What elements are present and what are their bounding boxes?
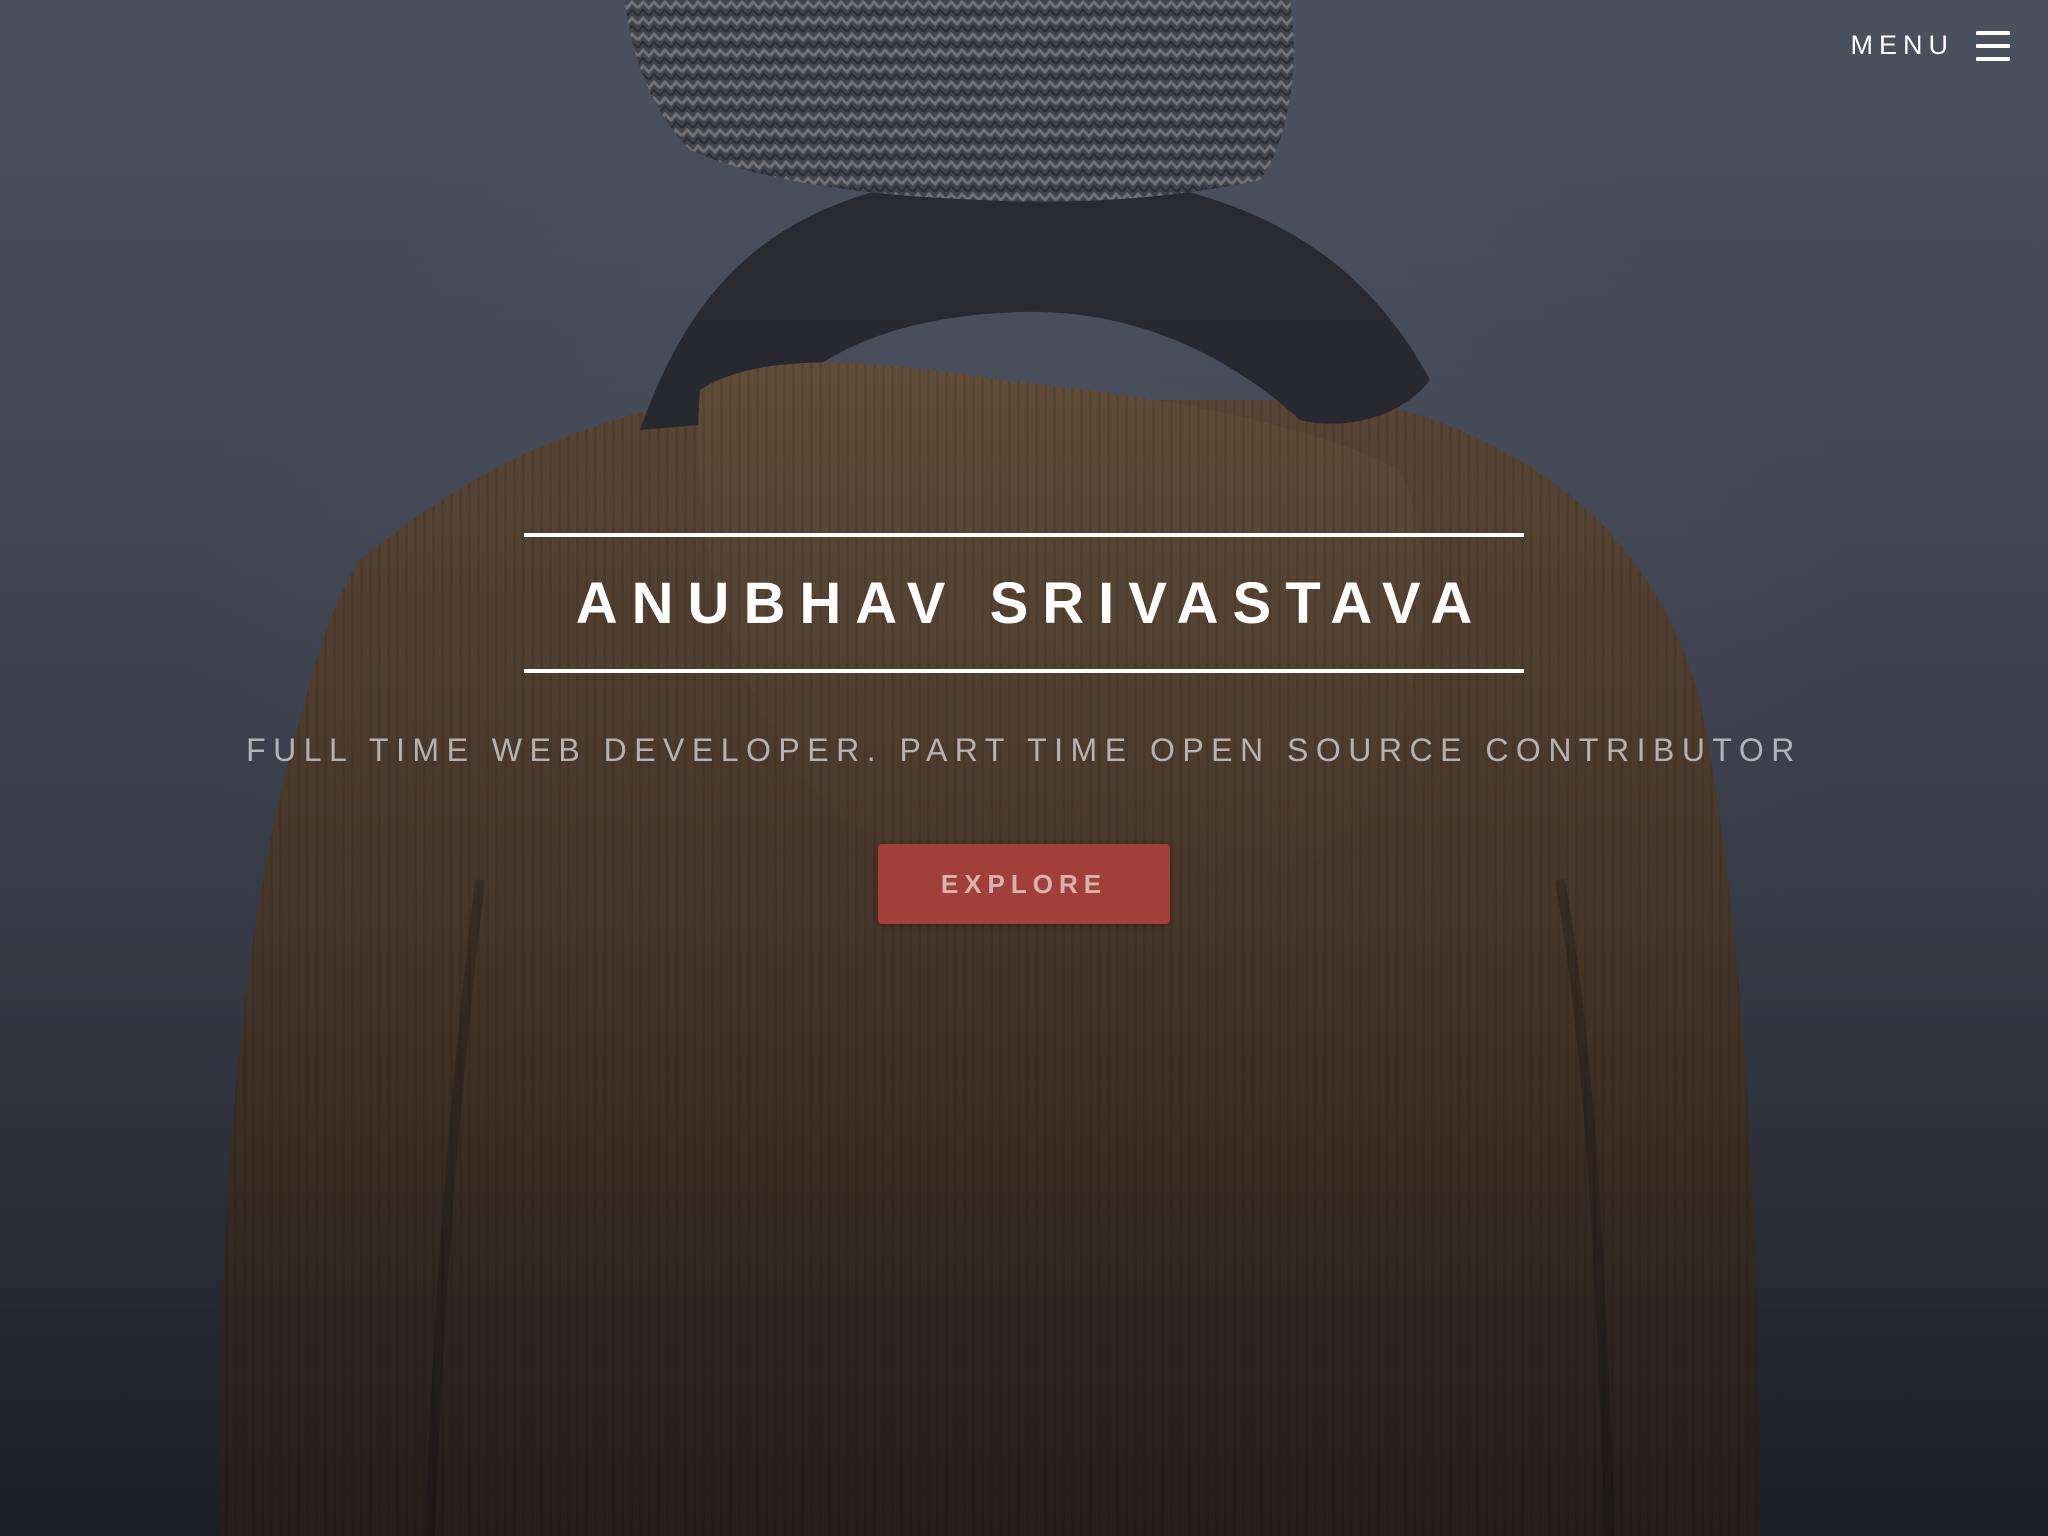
hero-section: MENU ANUBHAV SRIVASTAVA FULL TIME WEB DE… [0,0,2048,1536]
menu-button[interactable]: MENU [1850,30,2010,61]
menu-label: MENU [1850,30,1954,60]
title-bottom-rule [524,669,1524,673]
hero-title-block: ANUBHAV SRIVASTAVA [524,533,1524,673]
hero-subtitle: FULL TIME WEB DEVELOPER. PART TIME OPEN … [246,732,1802,768]
explore-button[interactable]: EXPLORE [878,844,1170,924]
hamburger-menu-icon[interactable] [1976,30,2010,61]
page-title: ANUBHAV SRIVASTAVA [575,570,1487,636]
